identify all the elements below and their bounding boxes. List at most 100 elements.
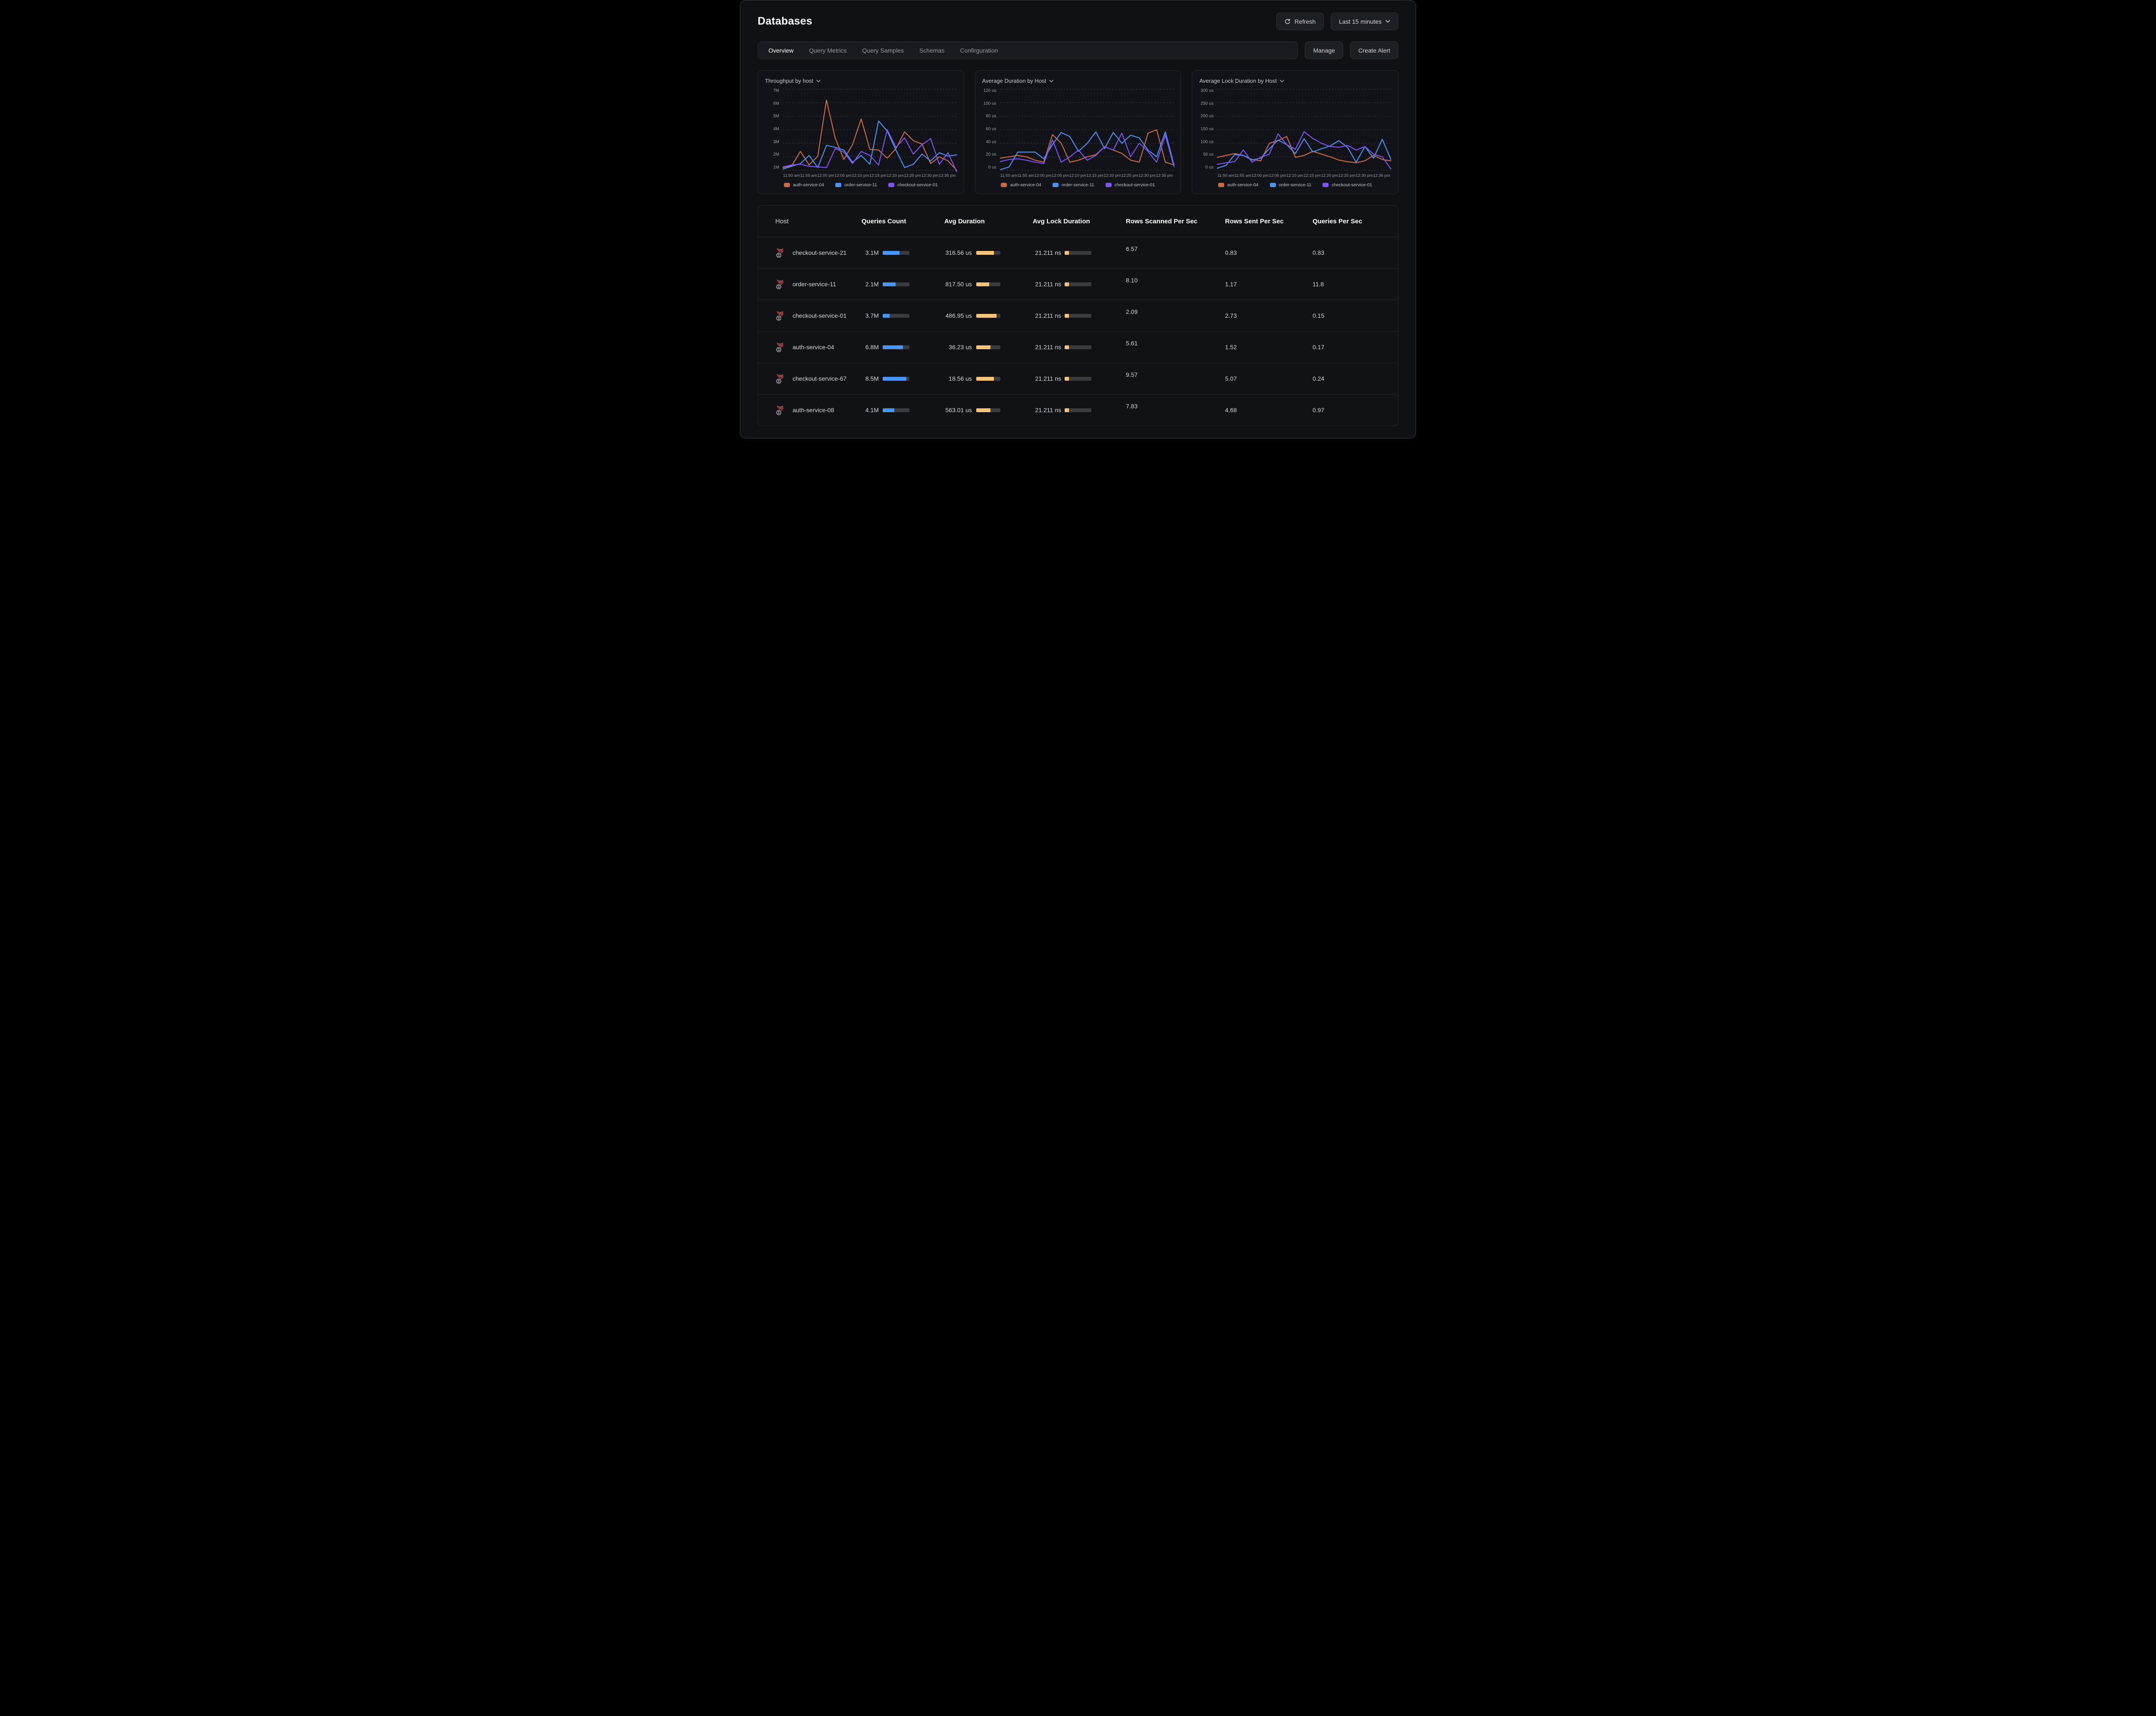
metric-bar xyxy=(1065,314,1091,318)
chart-card-throughput-by-host: Throughput by host7M6M5M4M3M2M1M11:50 am… xyxy=(758,70,964,194)
metric-cell: 8.5M xyxy=(857,375,940,382)
manage-button[interactable]: Manage xyxy=(1305,41,1343,59)
table-row-checkout-service-67[interactable]: checkout-service-678.5M18.56 us21.211 ns… xyxy=(758,363,1398,394)
legend-label: auth-service-04 xyxy=(1010,182,1041,188)
rows-scanned-cell: 5.61 xyxy=(1122,344,1221,351)
queries-per-sec-cell: 0.15 xyxy=(1308,312,1398,319)
x-tick-label: 12:25 pm xyxy=(1338,173,1356,178)
x-tick-label: 11:50 am xyxy=(1217,173,1234,178)
table-row-checkout-service-21[interactable]: checkout-service-213.1M316.56 us21.211 n… xyxy=(758,237,1398,268)
x-tick-label: 12:20 pm xyxy=(887,173,904,178)
tab-schemas[interactable]: Schemas xyxy=(919,47,944,54)
legend-label: order-service-11 xyxy=(1279,182,1312,188)
create-alert-button[interactable]: Create Alert xyxy=(1350,41,1398,59)
plot-area xyxy=(1000,89,1174,170)
x-tick-label: 12:10 pm xyxy=(1286,173,1304,178)
tab-query-metrics[interactable]: Query Metrics xyxy=(809,47,846,54)
x-tick-label: 12:15 pm xyxy=(1087,173,1104,178)
metric-bar xyxy=(1065,408,1091,412)
legend-item-auth-service-04: auth-service-04 xyxy=(784,182,824,188)
legend-swatch xyxy=(1322,183,1329,187)
y-tick-label: 300 us xyxy=(1200,89,1213,93)
legend-item-checkout-service-01: checkout-service-01 xyxy=(1322,182,1372,188)
sql-server-icon xyxy=(775,373,787,384)
y-axis: 300 us250 us200 us150 us100 us50 us0 us xyxy=(1199,89,1217,170)
chart-body: 120 us100 us80 us60 us40 us20 us0 us xyxy=(982,89,1174,170)
metric-bar xyxy=(976,251,1000,255)
legend-item-checkout-service-01: checkout-service-01 xyxy=(888,182,938,188)
metric-bar xyxy=(976,314,1000,318)
legend-swatch xyxy=(1053,183,1059,187)
chevron-down-icon[interactable] xyxy=(816,80,821,82)
databases-page: Databases Refresh Last 15 minutes Ove xyxy=(740,0,1416,438)
x-tick-label: 12:15 pm xyxy=(869,173,887,178)
x-tick-label: 12:05 pm xyxy=(834,173,852,178)
table-row-checkout-service-01[interactable]: checkout-service-013.7M486.95 us21.211 n… xyxy=(758,300,1398,331)
metric-bar xyxy=(976,377,1000,381)
metric-bar-fill xyxy=(976,282,989,286)
host-name: auth-service-08 xyxy=(793,407,834,413)
page-header: Databases Refresh Last 15 minutes xyxy=(758,13,1398,30)
legend-label: checkout-service-01 xyxy=(1332,182,1372,188)
legend-item-order-service-11: order-service-11 xyxy=(835,182,877,188)
metric-bar xyxy=(976,345,1000,349)
chart-svg xyxy=(783,89,957,170)
queries-per-sec-cell: 0.17 xyxy=(1308,344,1398,351)
table-row-auth-service-04[interactable]: auth-service-046.8M36.23 us21.211 ns5.61… xyxy=(758,331,1398,363)
column-header-host: Host xyxy=(758,218,857,225)
table-row-auth-service-08[interactable]: auth-service-084.1M563.01 us21.211 ns7.8… xyxy=(758,394,1398,426)
plot-area xyxy=(783,89,957,170)
metric-cell: 21.211 ns xyxy=(1028,281,1122,288)
tab-query-samples[interactable]: Query Samples xyxy=(862,47,903,54)
rows-scanned-value: 2.09 xyxy=(1126,308,1138,315)
legend-swatch xyxy=(784,183,790,187)
x-tick-label: 12:35 pm xyxy=(939,173,956,178)
y-tick-label: 120 us xyxy=(984,89,997,93)
chart-title-text: Average Duration by Host xyxy=(982,78,1047,84)
x-tick-label: 12:20 pm xyxy=(1321,173,1338,178)
metric-value: 817.50 us xyxy=(944,281,972,288)
sql-server-icon xyxy=(775,310,787,321)
y-tick-label: 100 us xyxy=(1200,140,1213,144)
legend-swatch xyxy=(1001,183,1007,187)
metric-bar xyxy=(1065,282,1091,286)
x-tick-label: 11:50 am xyxy=(1000,173,1017,178)
y-tick-label: 4M xyxy=(773,127,779,132)
metric-value: 3.1M xyxy=(862,249,879,256)
refresh-button[interactable]: Refresh xyxy=(1276,13,1324,30)
legend-label: auth-service-04 xyxy=(793,182,824,188)
host-name: checkout-service-67 xyxy=(793,375,846,382)
chevron-down-icon[interactable] xyxy=(1280,80,1284,82)
metric-cell: 3.7M xyxy=(857,312,940,319)
legend-label: order-service-11 xyxy=(844,182,877,188)
legend-label: checkout-service-01 xyxy=(897,182,938,188)
legend-item-order-service-11: order-service-11 xyxy=(1270,182,1312,188)
rows-scanned-cell: 8.10 xyxy=(1122,281,1221,288)
tab-overview[interactable]: Overview xyxy=(768,47,793,54)
sql-server-icon xyxy=(775,279,787,290)
legend-label: checkout-service-01 xyxy=(1115,182,1155,188)
table-header-row: HostQueries CountAvg DurationAvg Lock Du… xyxy=(758,206,1398,237)
time-range-selector[interactable]: Last 15 minutes xyxy=(1331,13,1398,30)
metric-bar-fill xyxy=(1065,345,1069,349)
chevron-down-icon[interactable] xyxy=(1049,80,1053,82)
tab-confirguration[interactable]: Confirguration xyxy=(960,47,998,54)
metric-value: 3.7M xyxy=(862,312,879,319)
series-line-order-service-11 xyxy=(1217,139,1391,168)
rows-sent-cell: 4.68 xyxy=(1221,407,1308,413)
sql-server-icon xyxy=(775,247,787,258)
y-tick-label: 6M xyxy=(773,102,779,106)
metric-value: 563.01 us xyxy=(944,407,972,413)
sql-server-icon xyxy=(775,373,787,384)
rows-sent-cell: 2.73 xyxy=(1221,312,1308,319)
metric-cell: 21.211 ns xyxy=(1028,407,1122,413)
x-tick-label: 12:10 pm xyxy=(1069,173,1086,178)
column-header-rows-scanned-per-sec: Rows Scanned Per Sec xyxy=(1122,218,1221,225)
metric-cell: 4.1M xyxy=(857,407,940,413)
rows-scanned-cell: 6.57 xyxy=(1122,249,1221,256)
sql-server-icon xyxy=(775,404,787,416)
table-row-order-service-11[interactable]: order-service-112.1M817.50 us21.211 ns8.… xyxy=(758,268,1398,300)
metric-value: 8.5M xyxy=(862,375,879,382)
legend-item-checkout-service-01: checkout-service-01 xyxy=(1106,182,1155,188)
x-tick-label: 12:35 pm xyxy=(1156,173,1173,178)
